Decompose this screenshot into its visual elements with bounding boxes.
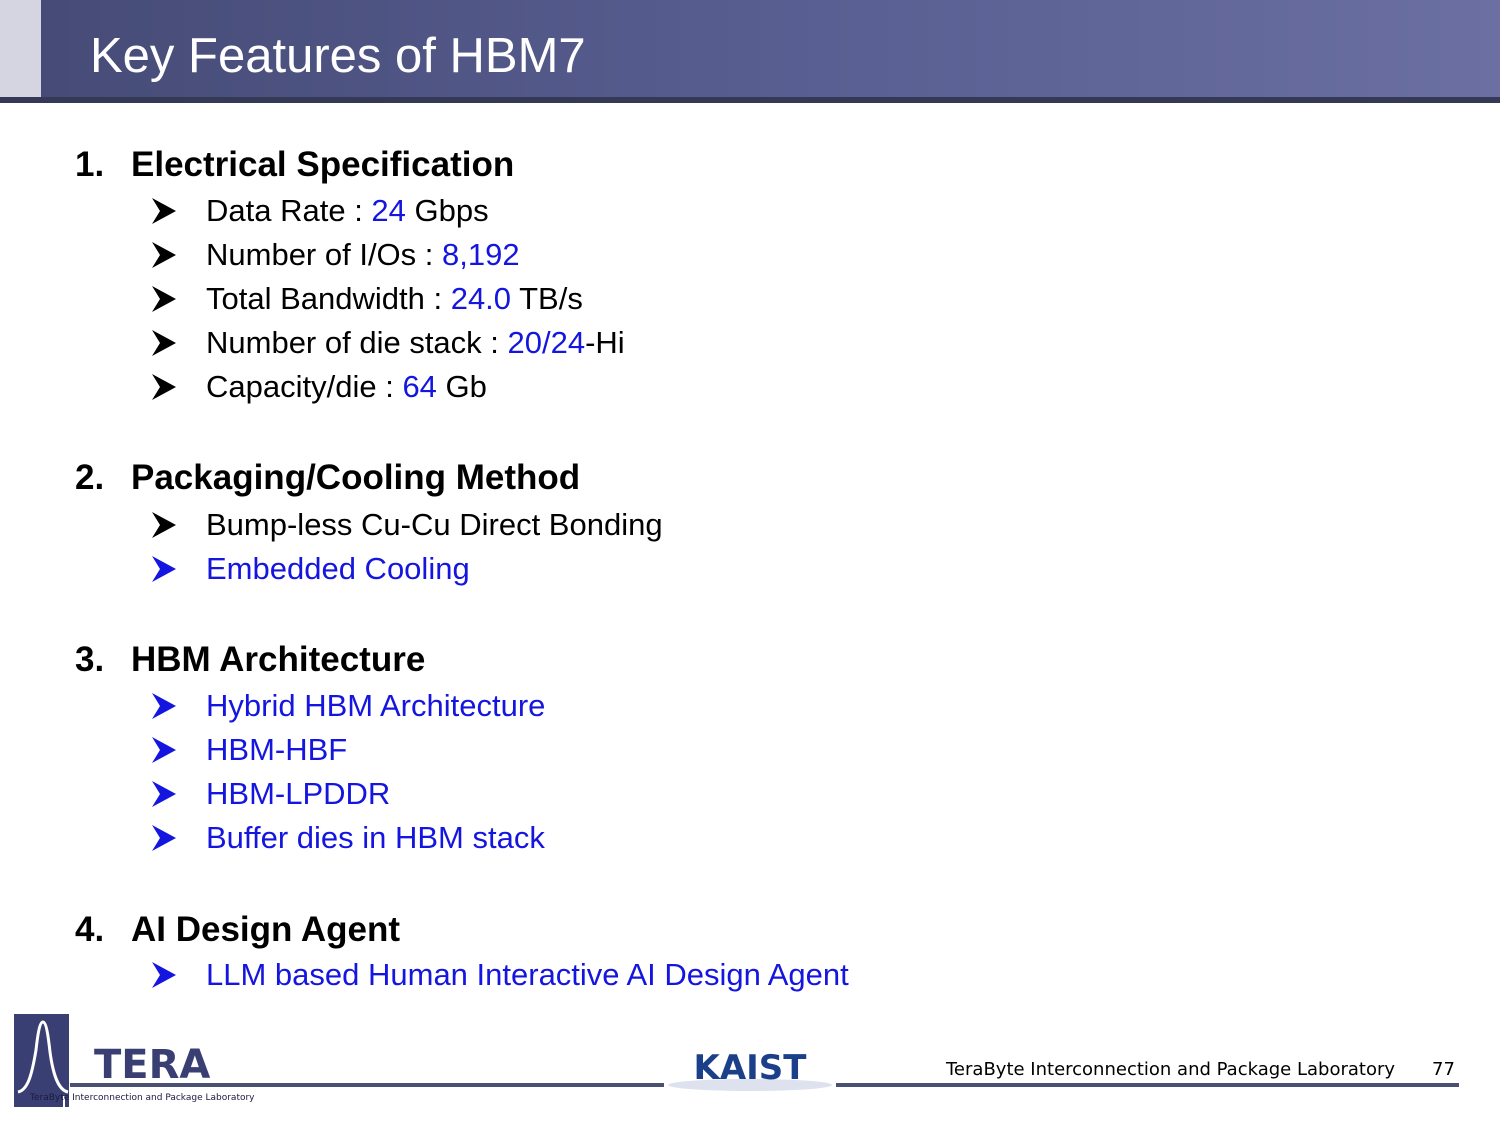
arrow-bullet-icon xyxy=(152,330,176,356)
section-heading-packaging: 2.Packaging/Cooling Method xyxy=(75,458,580,498)
arrow-bullet-icon xyxy=(152,556,176,582)
section-heading-electrical: 1.Electrical Specification xyxy=(75,145,514,185)
spec-value: 64 xyxy=(402,369,436,404)
spec-value: 8,192 xyxy=(442,237,520,272)
section-number: 1. xyxy=(75,145,131,185)
title-bar: Key Features of HBM7 xyxy=(0,0,1500,97)
arrow-bullet-icon xyxy=(152,374,176,400)
section-title: Packaging/Cooling Method xyxy=(131,458,580,497)
tera-logo-wordmark: TERA xyxy=(94,1042,210,1088)
arrow-bullet-icon xyxy=(152,286,176,312)
arrow-bullet-icon xyxy=(152,781,176,807)
spec-value: 20/24 xyxy=(508,325,586,360)
footer-rule-right xyxy=(836,1083,1459,1087)
section-number: 3. xyxy=(75,640,131,680)
spec-value: 24 xyxy=(371,193,405,228)
section-heading-ai-agent: 4.AI Design Agent xyxy=(75,910,400,950)
arrow-bullet-icon xyxy=(152,512,176,538)
arrow-bullet-icon xyxy=(152,693,176,719)
page-number: 77 xyxy=(1432,1059,1455,1080)
section-title: Electrical Specification xyxy=(131,145,514,184)
spec-value: 24.0 xyxy=(451,281,511,316)
arrow-bullet-icon xyxy=(152,825,176,851)
section-number: 2. xyxy=(75,458,131,498)
arrow-bullet-icon xyxy=(152,737,176,763)
slide-title: Key Features of HBM7 xyxy=(90,26,586,86)
section-title: HBM Architecture xyxy=(131,640,425,679)
section-title: AI Design Agent xyxy=(131,910,400,949)
arrow-bullet-icon xyxy=(152,242,176,268)
section-heading-architecture: 3.HBM Architecture xyxy=(75,640,425,680)
tera-logo-caption: TeraByte Interconnection and Package Lab… xyxy=(29,1093,254,1103)
arrow-bullet-icon xyxy=(152,198,176,224)
arrow-bullet-icon xyxy=(152,962,176,988)
footer-lab-name: TeraByte Interconnection and Package Lab… xyxy=(946,1059,1395,1080)
title-bar-tab xyxy=(0,0,41,97)
kaist-logo: KAIST xyxy=(665,1047,835,1093)
kaist-wordmark: KAIST xyxy=(694,1048,808,1088)
title-underline xyxy=(0,97,1500,103)
tera-lab-logo: TERA TeraByte Interconnection and Packag… xyxy=(14,1014,254,1109)
section-number: 4. xyxy=(75,910,131,950)
